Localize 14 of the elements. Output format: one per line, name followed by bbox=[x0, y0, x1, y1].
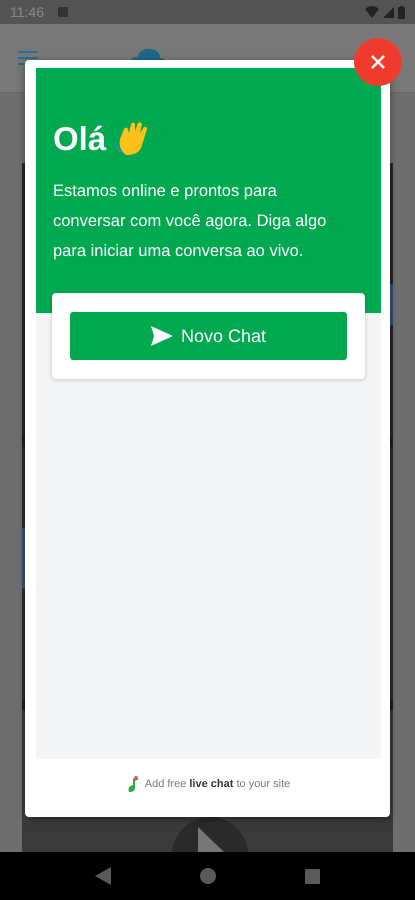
branding-link[interactable]: Add free live chat to your site bbox=[144, 778, 290, 790]
mascot-icon bbox=[126, 776, 139, 792]
notification-icon bbox=[58, 7, 68, 17]
play-icon[interactable] bbox=[172, 817, 248, 852]
close-icon bbox=[370, 54, 386, 70]
back-icon[interactable] bbox=[94, 867, 111, 885]
wifi-icon bbox=[365, 6, 379, 18]
signal-icon bbox=[383, 6, 394, 18]
recents-icon[interactable] bbox=[305, 868, 320, 884]
greeting-title: Olá bbox=[53, 120, 106, 158]
home-icon[interactable] bbox=[200, 868, 216, 884]
battery-icon bbox=[398, 6, 405, 18]
intro-text: Estamos online e prontos para conversar com você agora. Diga algo para iniciar uma conversa ao vivo. bbox=[53, 181, 328, 262]
send-icon bbox=[150, 326, 173, 346]
